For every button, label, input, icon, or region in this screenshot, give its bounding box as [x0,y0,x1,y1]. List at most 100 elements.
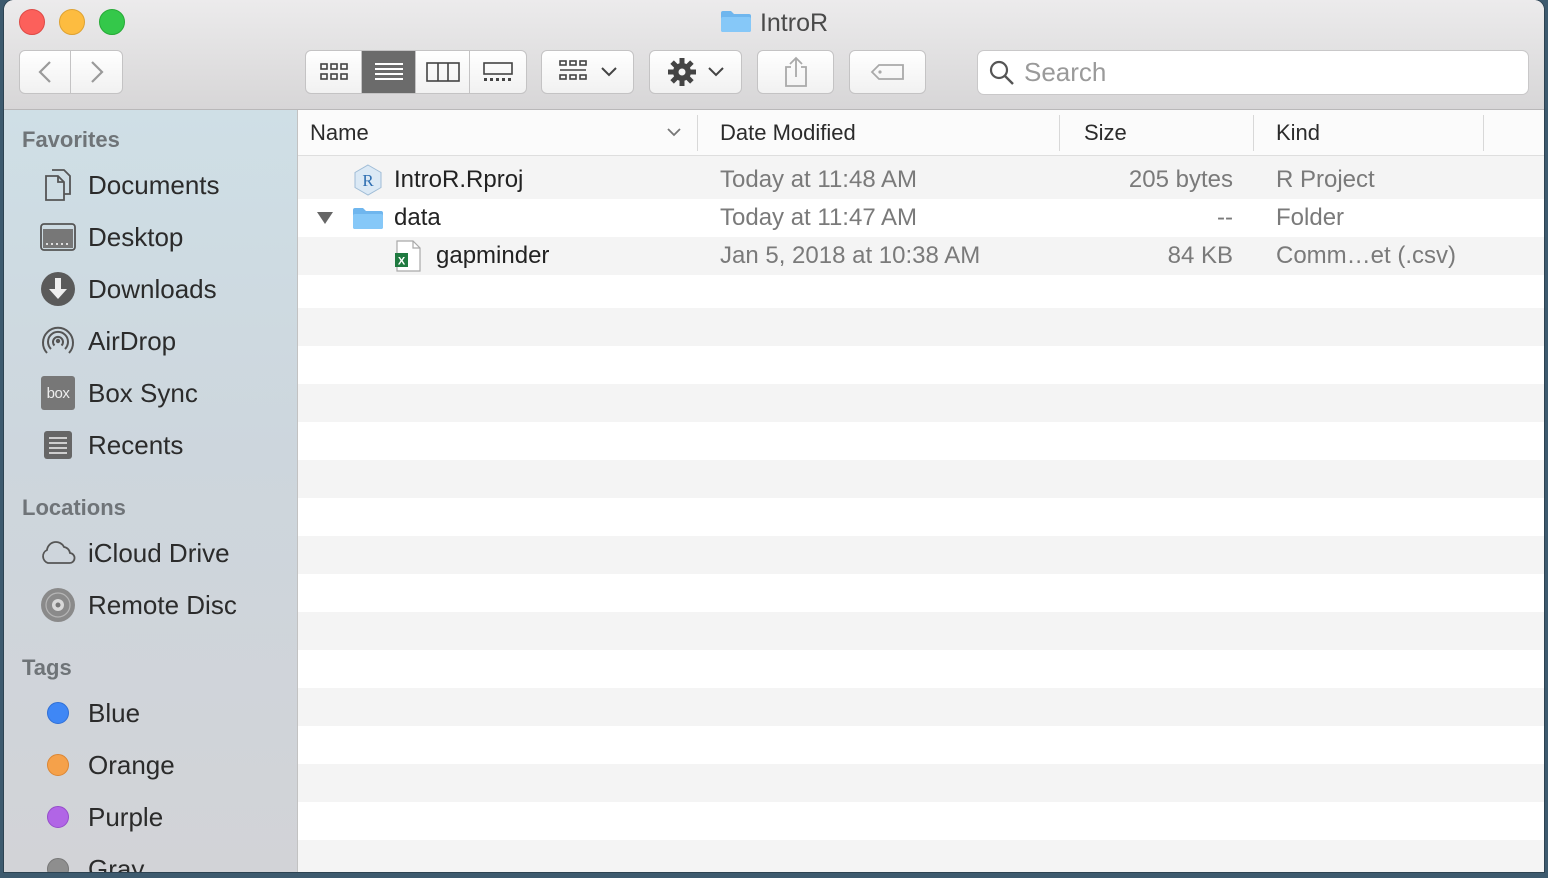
recents-icon [38,425,78,465]
action-menu-button[interactable] [649,50,742,94]
search-placeholder: Search [1024,57,1107,87]
locations-heading: Locations [22,495,126,520]
search-field[interactable]: Search [977,50,1529,95]
list-view-icon [374,63,403,80]
file-size: 84 KB [1167,242,1233,269]
chevron-right-icon [90,61,104,83]
sidebar-item-box-sync[interactable]: box Box Sync [38,373,198,413]
sidebar-item-label: Desktop [88,221,184,252]
column-view-button[interactable] [416,51,470,93]
purple-tag-dot [47,806,69,828]
documents-icon [38,165,78,205]
svg-text:X: X [398,256,406,268]
sidebar-tag-purple[interactable]: Purple [38,797,163,837]
sidebar-item-documents[interactable]: Documents [38,165,220,205]
sidebar-item-downloads[interactable]: Downloads [38,269,217,309]
row-stripe [298,308,1544,346]
sidebar-item-label: Orange [88,749,175,780]
icon-view-button[interactable] [306,51,362,93]
remote-disc-icon [38,585,78,625]
sidebar-item-airdrop[interactable]: AirDrop [38,321,176,361]
column-header-size[interactable]: Size [1084,110,1244,155]
sidebar-item-label: iCloud Drive [88,537,230,568]
sidebar-item-icloud-drive[interactable]: iCloud Drive [38,533,230,573]
sidebar-item-label: Remote Disc [88,589,237,620]
gray-tag-dot [47,858,69,872]
airdrop-icon [38,321,78,361]
sidebar-tag-orange[interactable]: Orange [38,745,175,785]
share-button[interactable] [757,50,834,94]
sidebar-item-recents[interactable]: Recents [38,425,183,465]
sidebar-item-label: Blue [88,697,141,728]
column-header-name[interactable]: Name [310,110,690,155]
column-separator[interactable] [1483,115,1484,151]
column-separator[interactable] [1059,115,1060,151]
favorites-heading: Favorites [22,127,120,152]
sidebar-item-label: Gray [88,853,145,873]
folder-icon [720,9,752,38]
r-project-file-icon: R [352,161,386,199]
downloads-icon [38,269,78,309]
window-title-text: IntroR [759,8,829,37]
nav-buttons [19,50,123,94]
edit-tags-button[interactable] [849,50,926,94]
file-name: gapminder [436,242,550,269]
row-stripe [298,536,1544,574]
gallery-view-icon [483,62,513,81]
table-row[interactable]: data Today at 11:47 AM -- Folder [298,199,1544,237]
orange-tag-dot [47,754,69,776]
table-row[interactable]: R IntroR.Rproj Today at 11:48 AM 205 byt… [298,161,1544,199]
tags-heading: Tags [22,655,72,680]
file-kind: R Project [1276,166,1375,193]
column-view-icon [425,62,460,82]
share-icon [784,56,807,87]
toolbar: IntroR Search [4,0,1544,110]
finder-window: IntroR Search Favorites Documents Deskto… [4,0,1544,872]
column-header-date-modified[interactable]: Date Modified [720,110,1050,155]
table-row[interactable]: X gapminder Jan 5, 2018 at 10:38 AM 84 K… [298,237,1544,275]
file-kind: Folder [1276,204,1345,231]
row-stripe [298,764,1544,802]
icloud-icon [38,533,78,573]
sidebar-tag-gray[interactable]: Gray [38,849,144,872]
column-separator[interactable] [697,115,698,151]
column-header-kind[interactable]: Kind [1276,110,1476,155]
file-date-modified: Today at 11:48 AM [720,166,918,193]
row-stripe [298,612,1544,650]
sidebar-item-label: Documents [88,169,220,200]
icon-view-icon [319,63,348,80]
forward-button[interactable] [71,51,122,93]
sidebar: Favorites Documents Desktop Downloads Ai… [4,110,298,872]
box-sync-icon: box [38,373,78,413]
row-stripe [298,460,1544,498]
sidebar-item-label: Box Sync [88,377,198,408]
sidebar-item-desktop[interactable]: Desktop [38,217,183,257]
csv-file-icon: X [394,237,428,275]
sidebar-item-remote-disc[interactable]: Remote Disc [38,585,237,625]
file-size: -- [1217,204,1233,231]
sidebar-tag-blue[interactable]: Blue [38,693,140,733]
file-name: IntroR.Rproj [394,166,524,193]
blue-tag-dot [47,702,69,724]
column-separator[interactable] [1253,115,1254,151]
file-date-modified: Today at 11:47 AM [720,204,918,231]
sort-chevron-icon [667,128,681,137]
chevron-down-icon [600,67,617,77]
folder-icon [352,199,386,237]
chevron-left-icon [38,61,51,83]
window-title: IntroR [4,8,1544,38]
sidebar-item-label: Purple [88,801,164,832]
file-name: data [394,204,441,231]
group-by-button[interactable] [541,50,634,94]
back-button[interactable] [20,51,72,93]
tag-icon [870,64,904,80]
desktop-icon [38,217,78,257]
gallery-view-button[interactable] [470,51,526,93]
list-view-button[interactable] [362,51,416,93]
svg-text:R: R [362,171,374,190]
row-stripe [298,384,1544,422]
disclosure-triangle-expanded-icon[interactable] [316,199,338,237]
sidebar-item-label: Recents [88,429,184,460]
gear-icon [667,58,696,86]
chevron-down-icon [707,67,724,77]
